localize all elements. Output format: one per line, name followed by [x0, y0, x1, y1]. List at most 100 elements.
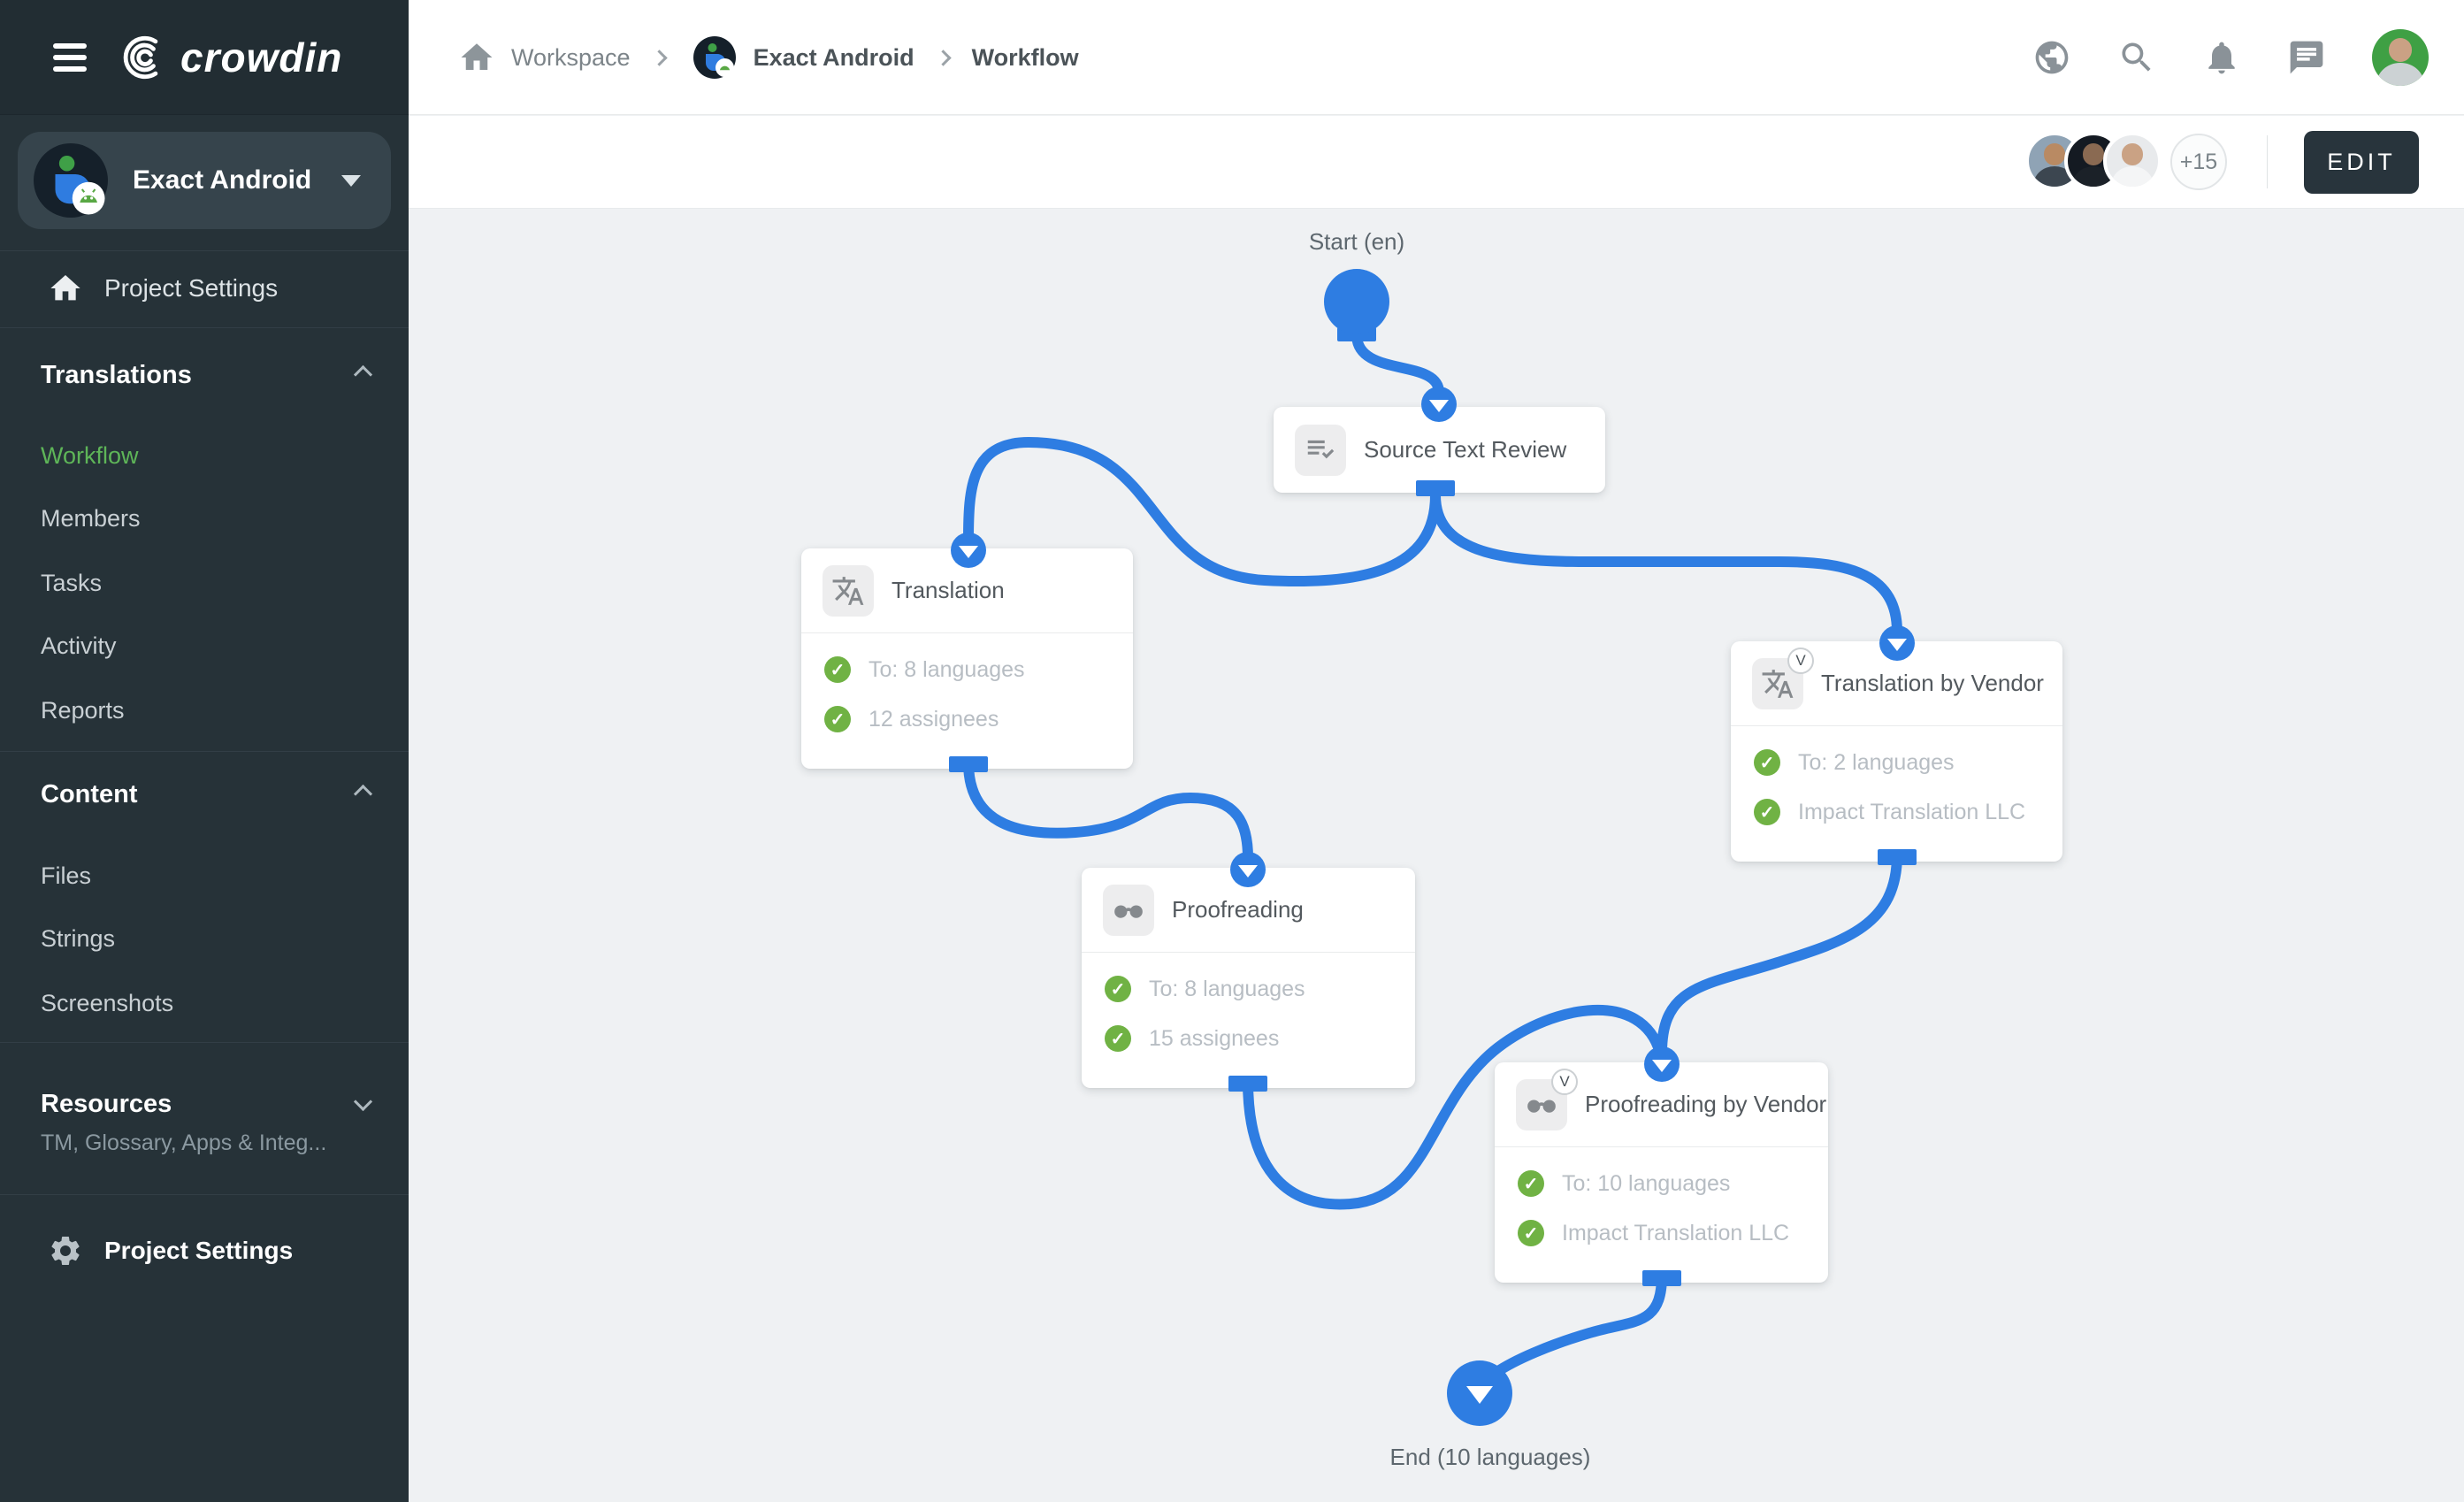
section-resources[interactable]: Resources: [41, 1090, 172, 1119]
project-selector-label: Exact Android: [133, 165, 341, 195]
top-header: Workspace Exact Android Workflow: [409, 0, 2464, 115]
sidebar-item-project-home[interactable]: Project Settings: [0, 265, 409, 311]
menu-icon[interactable]: [53, 37, 87, 78]
chevron-down-icon: [341, 175, 361, 187]
vendor-badge: V: [1787, 648, 1814, 674]
chat-icon[interactable]: [2287, 38, 2326, 77]
project-avatar[interactable]: [693, 36, 736, 79]
breadcrumb: Workspace Exact Android Workflow: [458, 0, 1079, 115]
workflow-step-translation-by-vendor[interactable]: V Translation by Vendor ✓ To: 2 language…: [1731, 641, 2062, 862]
workflow-toolbar: +15 EDIT: [409, 116, 2464, 209]
crowdin-wordmark: crowdin: [180, 34, 342, 81]
translate-icon: V: [1752, 658, 1803, 709]
vendor-badge: V: [1551, 1069, 1578, 1095]
crowdin-logo[interactable]: crowdin: [120, 32, 342, 83]
sidebar-item-files[interactable]: Files: [41, 862, 91, 890]
step-title: Source Text Review: [1364, 436, 1566, 464]
end-node-label: End (10 languages): [1390, 1444, 1591, 1471]
member-avatars: [2025, 132, 2162, 190]
breadcrumb-workspace[interactable]: Workspace: [511, 44, 631, 72]
gear-icon: [46, 1233, 85, 1268]
breadcrumb-page: Workflow: [972, 44, 1079, 72]
step-detail: To: 2 languages: [1798, 750, 1955, 776]
check-icon: ✓: [1754, 749, 1780, 776]
step-detail-row: ✓ To: 10 languages: [1518, 1170, 1805, 1197]
check-icon: ✓: [1518, 1220, 1544, 1246]
start-node: [1324, 269, 1389, 334]
sidebar-item-activity[interactable]: Activity: [41, 632, 117, 660]
step-title: Translation: [891, 577, 1005, 604]
step-detail: To: 8 languages: [869, 657, 1025, 683]
step-detail-row: ✓ Impact Translation LLC: [1754, 799, 2039, 825]
step-detail: Impact Translation LLC: [1798, 800, 2025, 825]
header-actions: [2032, 0, 2429, 115]
sidebar-item-reports[interactable]: Reports: [41, 697, 125, 724]
translate-icon: [823, 565, 874, 617]
crowdin-workflow-page: crowdin Exact Android Project Settings: [0, 0, 2464, 1502]
start-node-label: Start (en): [1309, 228, 1404, 256]
breadcrumb-project[interactable]: Exact Android: [754, 44, 914, 72]
sidebar-item-label: Project Settings: [104, 274, 278, 303]
step-title: Proofreading: [1172, 896, 1304, 923]
project-avatar: [34, 143, 108, 218]
connector-translation-to-proofreading: [968, 762, 1248, 858]
connector-start-to-source-review: [1357, 334, 1439, 393]
glasses-icon: [1103, 885, 1154, 936]
step-detail-row: ✓ 12 assignees: [824, 706, 1110, 732]
step-detail-row: ✓ To: 2 languages: [1754, 749, 2039, 776]
sidebar-divider: [0, 751, 409, 752]
step-detail: To: 8 languages: [1149, 977, 1305, 1002]
sidebar-item-workflow[interactable]: Workflow: [41, 442, 139, 470]
sidebar-divider: [0, 1042, 409, 1043]
chevron-up-icon[interactable]: [354, 365, 372, 384]
search-icon[interactable]: [2117, 38, 2156, 77]
bell-icon[interactable]: [2202, 38, 2241, 77]
crowdin-logo-icon: [120, 32, 172, 83]
sidebar-item-screenshots[interactable]: Screenshots: [41, 990, 173, 1017]
resources-subtitle: TM, Glossary, Apps & Integ...: [41, 1130, 326, 1156]
user-avatar[interactable]: [2372, 29, 2429, 86]
member-avatar[interactable]: [2103, 132, 2162, 190]
step-detail-row: ✓ To: 8 languages: [1105, 976, 1392, 1002]
connector-translation-vendor-to-proofreading-vendor: [1662, 854, 1897, 1053]
sidebar-item-label: Project Settings: [104, 1237, 293, 1265]
check-icon: ✓: [824, 706, 851, 732]
chevron-down-icon[interactable]: [354, 1092, 372, 1111]
workflow-step-proofreading[interactable]: Proofreading ✓ To: 8 languages ✓ 15 assi…: [1082, 868, 1415, 1088]
playlist-check-icon: [1295, 425, 1346, 476]
sidebar-item-strings[interactable]: Strings: [41, 925, 115, 953]
step-detail: 15 assignees: [1149, 1026, 1279, 1052]
glasses-icon: V: [1516, 1079, 1567, 1130]
check-icon: ✓: [1105, 1025, 1131, 1052]
step-detail-row: ✓ 15 assignees: [1105, 1025, 1392, 1052]
workflow-step-proofreading-by-vendor[interactable]: V Proofreading by Vendor ✓ To: 10 langua…: [1495, 1062, 1828, 1283]
more-members-badge[interactable]: +15: [2170, 134, 2227, 190]
check-icon: ✓: [1754, 799, 1780, 825]
step-title: Translation by Vendor: [1821, 670, 2044, 697]
edit-button[interactable]: EDIT: [2304, 131, 2419, 194]
sidebar-item-project-settings[interactable]: Project Settings: [0, 1228, 409, 1274]
step-detail: 12 assignees: [869, 707, 999, 732]
sidebar: crowdin Exact Android Project Settings: [0, 0, 409, 1502]
end-node: [1447, 1360, 1512, 1426]
sidebar-divider: [0, 1194, 409, 1195]
step-title: Proofreading by Vendor: [1585, 1091, 1826, 1118]
chevron-right-icon: [651, 50, 667, 65]
step-detail-row: ✓ To: 8 languages: [824, 656, 1110, 683]
sidebar-item-tasks[interactable]: Tasks: [41, 570, 102, 597]
chevron-up-icon[interactable]: [354, 785, 372, 803]
workflow-step-source-text-review[interactable]: Source Text Review: [1274, 407, 1605, 493]
project-selector[interactable]: Exact Android: [18, 132, 391, 229]
section-content[interactable]: Content: [41, 780, 138, 809]
toolbar-divider: [2267, 135, 2268, 188]
workflow-step-translation[interactable]: Translation ✓ To: 8 languages ✓ 12 assig…: [801, 548, 1133, 769]
connector-proofreading-vendor-to-end: [1496, 1276, 1662, 1373]
step-detail-row: ✓ Impact Translation LLC: [1518, 1220, 1805, 1246]
globe-icon[interactable]: [2032, 38, 2071, 77]
connector-source-review-to-translation-vendor: [1435, 495, 1897, 632]
section-translations[interactable]: Translations: [41, 361, 192, 390]
sidebar-item-members[interactable]: Members: [41, 505, 141, 533]
home-icon[interactable]: [458, 39, 495, 76]
sidebar-divider: [0, 250, 409, 251]
check-icon: ✓: [1518, 1170, 1544, 1197]
